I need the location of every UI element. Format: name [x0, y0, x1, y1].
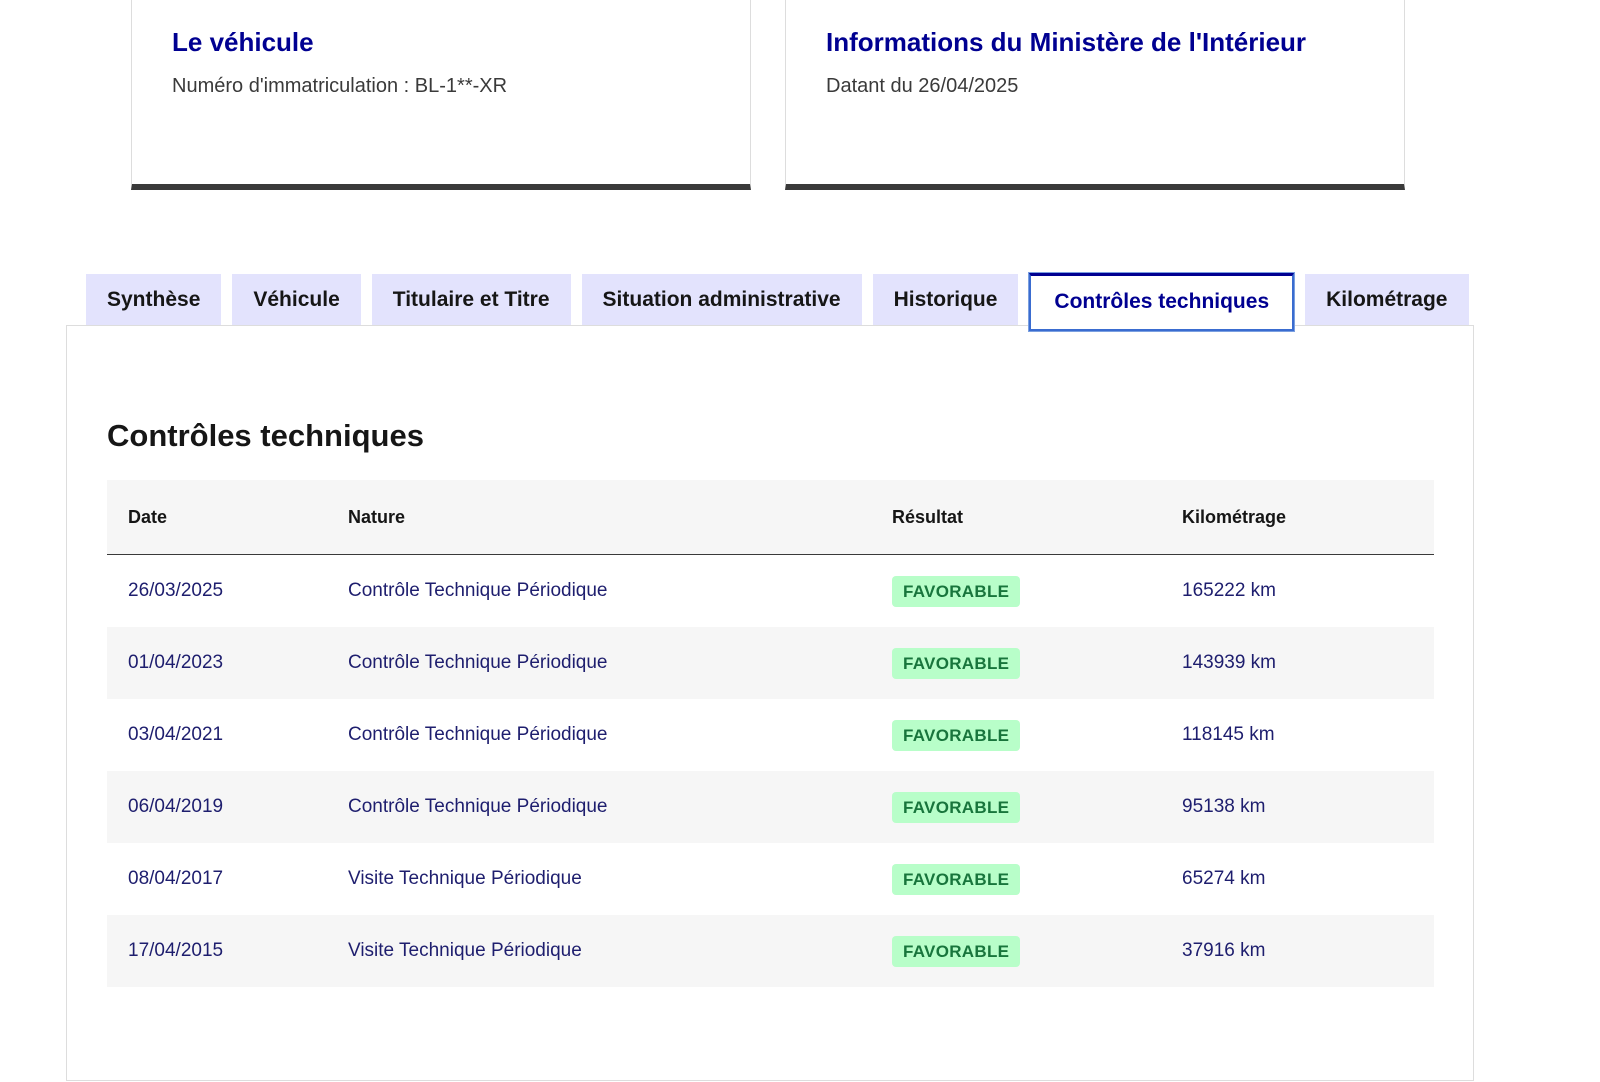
- column-header-nature: Nature: [348, 506, 406, 527]
- tab-kilometrage[interactable]: Kilométrage: [1305, 274, 1469, 325]
- table-row: 03/04/2021 Contrôle Technique Périodique…: [107, 699, 1434, 771]
- table-row: 01/04/2023 Contrôle Technique Périodique…: [107, 627, 1434, 699]
- table-header: Date Nature Résultat Kilométrage: [107, 480, 1434, 555]
- page: Le véhicule Numéro d'immatriculation : B…: [0, 0, 1600, 1082]
- ministere-card-title: Informations du Ministère de l'Intérieur: [826, 27, 1307, 57]
- data-date: Datant du 26/04/2025: [826, 75, 1019, 97]
- cell-km: 95138 km: [1182, 796, 1266, 817]
- result-badge: FAVORABLE: [892, 935, 1021, 967]
- result-badge: FAVORABLE: [892, 863, 1021, 895]
- cell-km: 118145 km: [1182, 724, 1275, 745]
- cell-result: FAVORABLE: [892, 719, 1182, 751]
- column-header-result: Résultat: [892, 506, 964, 527]
- cell-nature: Visite Technique Périodique: [348, 940, 582, 961]
- cell-km: 143939 km: [1182, 652, 1277, 673]
- cell-date: 06/04/2019: [128, 796, 224, 817]
- table-row: 26/03/2025 Contrôle Technique Périodique…: [107, 555, 1434, 627]
- ministere-card: Informations du Ministère de l'Intérieur…: [785, 0, 1405, 190]
- cell-km: 165222 km: [1182, 580, 1277, 601]
- cell-result: FAVORABLE: [892, 575, 1182, 607]
- cell-date: 26/03/2025: [128, 580, 224, 601]
- tab-titulaire-et-titre[interactable]: Titulaire et Titre: [371, 274, 571, 325]
- cell-km: 65274 km: [1182, 868, 1266, 889]
- tab-controles-techniques[interactable]: Contrôles techniques: [1029, 273, 1295, 331]
- result-badge: FAVORABLE: [892, 575, 1021, 607]
- tab-vehicule[interactable]: Véhicule: [232, 274, 361, 325]
- vehicle-card-title: Le véhicule: [172, 27, 314, 57]
- cell-result: FAVORABLE: [892, 863, 1182, 895]
- cell-date: 08/04/2017: [128, 868, 224, 889]
- vehicle-card: Le véhicule Numéro d'immatriculation : B…: [131, 0, 751, 190]
- cell-result: FAVORABLE: [892, 647, 1182, 679]
- cell-nature: Contrôle Technique Périodique: [348, 580, 608, 601]
- cell-date: 01/04/2023: [128, 652, 224, 673]
- cell-date: 17/04/2015: [128, 940, 224, 961]
- cell-nature: Contrôle Technique Périodique: [348, 796, 608, 817]
- result-badge: FAVORABLE: [892, 719, 1021, 751]
- column-header-date: Date: [128, 506, 168, 527]
- panel-title: Contrôles techniques: [107, 418, 424, 453]
- tab-panel-controles-techniques: Contrôles techniques Date Nature Résulta…: [66, 325, 1474, 1081]
- cell-km: 37916 km: [1182, 940, 1266, 961]
- column-header-km: Kilométrage: [1182, 506, 1287, 527]
- cell-result: FAVORABLE: [892, 791, 1182, 823]
- tab-situation-administrative[interactable]: Situation administrative: [581, 274, 862, 325]
- tab-synthese[interactable]: Synthèse: [86, 274, 222, 325]
- table-row: 08/04/2017 Visite Technique Périodique F…: [107, 843, 1434, 915]
- tab-bar: Synthèse Véhicule Titulaire et Titre Sit…: [86, 273, 1480, 331]
- registration-number: Numéro d'immatriculation : BL-1**-XR: [172, 75, 508, 97]
- cell-nature: Contrôle Technique Périodique: [348, 724, 608, 745]
- table-row: 17/04/2015 Visite Technique Périodique F…: [107, 915, 1434, 987]
- cell-nature: Contrôle Technique Périodique: [348, 652, 608, 673]
- cell-date: 03/04/2021: [128, 724, 224, 745]
- result-badge: FAVORABLE: [892, 791, 1021, 823]
- result-badge: FAVORABLE: [892, 647, 1021, 679]
- tab-historique[interactable]: Historique: [872, 274, 1019, 325]
- cell-nature: Visite Technique Périodique: [348, 868, 582, 889]
- controls-table: Date Nature Résultat Kilométrage 26/03/2…: [107, 480, 1434, 987]
- table-row: 06/04/2019 Contrôle Technique Périodique…: [107, 771, 1434, 843]
- cell-result: FAVORABLE: [892, 935, 1182, 967]
